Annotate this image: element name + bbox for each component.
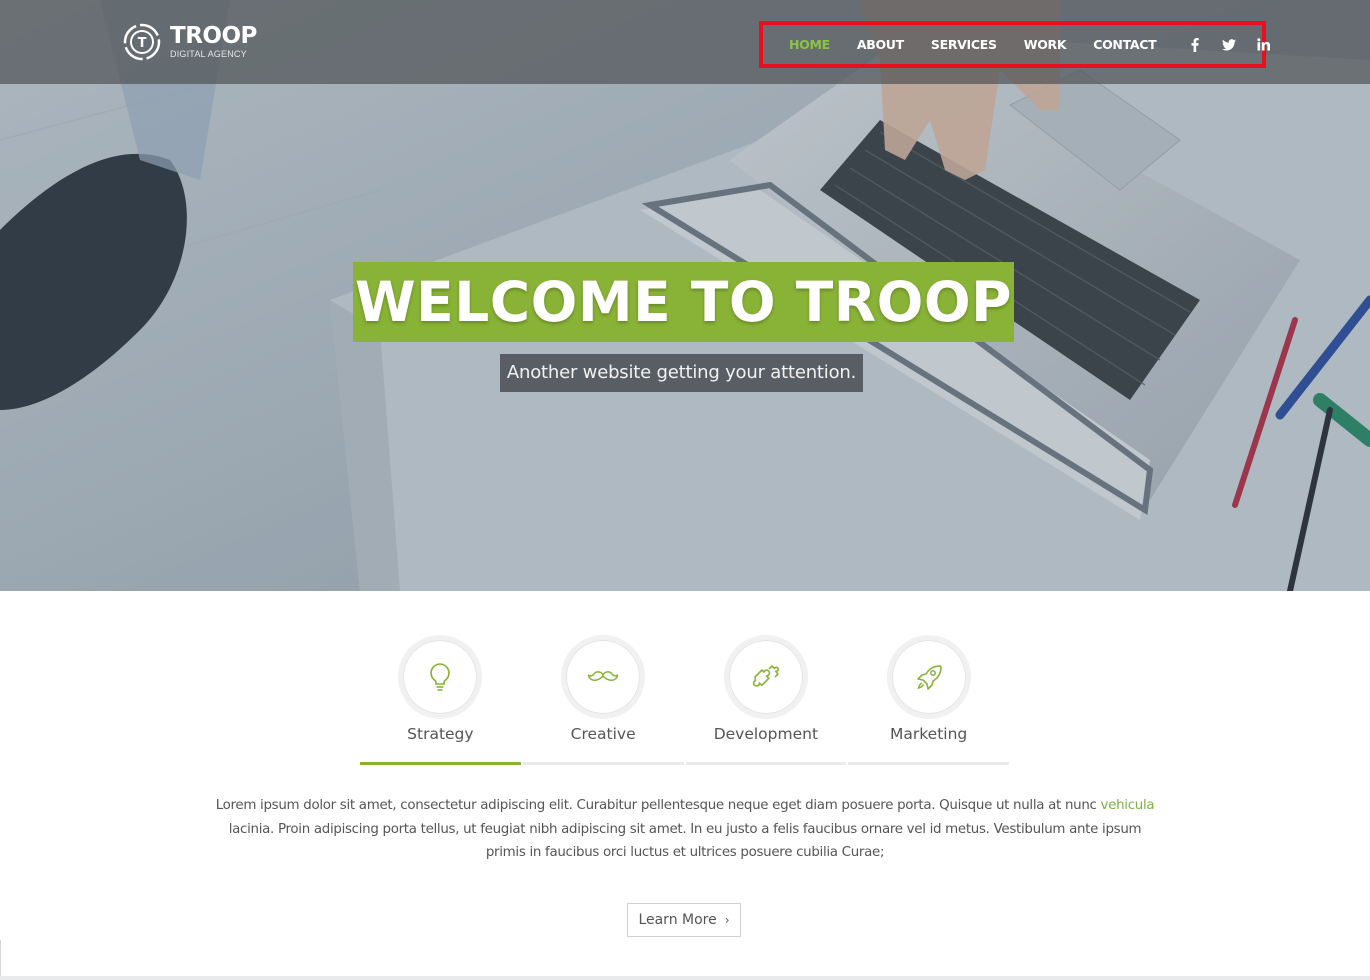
mustache-icon — [587, 671, 619, 681]
description-text-start: Lorem ipsum dolor sit amet, consectetur … — [215, 798, 1097, 813]
brand-name: TROOP — [170, 23, 257, 49]
main-nav: HOME ABOUT SERVICES WORK CONTACT — [759, 21, 1270, 68]
tab-icon-circle — [561, 635, 646, 719]
rocket-icon — [916, 665, 942, 690]
learn-more-label: Learn More — [638, 912, 717, 928]
tab-underline — [848, 762, 1009, 765]
troop-logo-icon: T — [123, 23, 161, 61]
service-description: Lorem ipsum dolor sit amet, consectetur … — [210, 794, 1160, 865]
lightbulb-icon — [430, 663, 451, 691]
tab-icon-circle — [398, 635, 483, 719]
tab-development[interactable]: Development — [685, 633, 848, 765]
tab-label: Strategy — [407, 725, 474, 743]
brand-logo[interactable]: T TROOP DIGITAL AGENCY — [122, 22, 257, 62]
nav-contact[interactable]: CONTACT — [1093, 37, 1156, 52]
page-left-edge — [0, 940, 1, 976]
tab-label: Creative — [570, 725, 636, 743]
hero-subtitle: Another website getting your attention. — [500, 354, 863, 392]
chevron-right-icon: › — [724, 913, 730, 927]
tab-underline — [685, 762, 847, 765]
description-link[interactable]: vehicula — [1101, 798, 1155, 813]
nav-about[interactable]: ABOUT — [857, 37, 904, 52]
svg-text:T: T — [138, 36, 147, 51]
brand-tagline: DIGITAL AGENCY — [170, 49, 247, 59]
tab-underline — [522, 762, 684, 765]
tab-icon-circle — [723, 635, 808, 719]
hero-section: WELCOME TO TROOP Another website getting… — [0, 0, 1370, 591]
description-text-end: lacinia. Proin adipiscing porta tellus, … — [228, 821, 1142, 861]
nav-home[interactable]: HOME — [789, 37, 830, 52]
page-bottom-rule — [0, 976, 1370, 980]
learn-more-button[interactable]: Learn More › — [627, 903, 741, 937]
social-links — [1188, 37, 1290, 52]
nav-services[interactable]: SERVICES — [931, 37, 997, 52]
tab-icon-circle — [886, 635, 971, 719]
services-tabs: Strategy Creative Development Marketing — [359, 633, 1010, 765]
linkedin-icon[interactable] — [1256, 38, 1270, 52]
facebook-icon[interactable] — [1188, 37, 1202, 52]
tab-label: Marketing — [889, 725, 968, 743]
puzzle-icon — [752, 665, 779, 687]
tab-creative[interactable]: Creative — [522, 633, 685, 765]
tab-label: Development — [713, 725, 819, 743]
tab-marketing[interactable]: Marketing — [847, 633, 1010, 765]
nav-work[interactable]: WORK — [1024, 37, 1067, 52]
hero-title: WELCOME TO TROOP — [353, 262, 1014, 342]
tab-strategy[interactable]: Strategy — [359, 633, 522, 765]
twitter-icon[interactable] — [1222, 38, 1237, 52]
tab-underline — [360, 762, 521, 765]
top-navbar: T TROOP DIGITAL AGENCY HOME ABOUT SERVIC… — [0, 0, 1370, 84]
